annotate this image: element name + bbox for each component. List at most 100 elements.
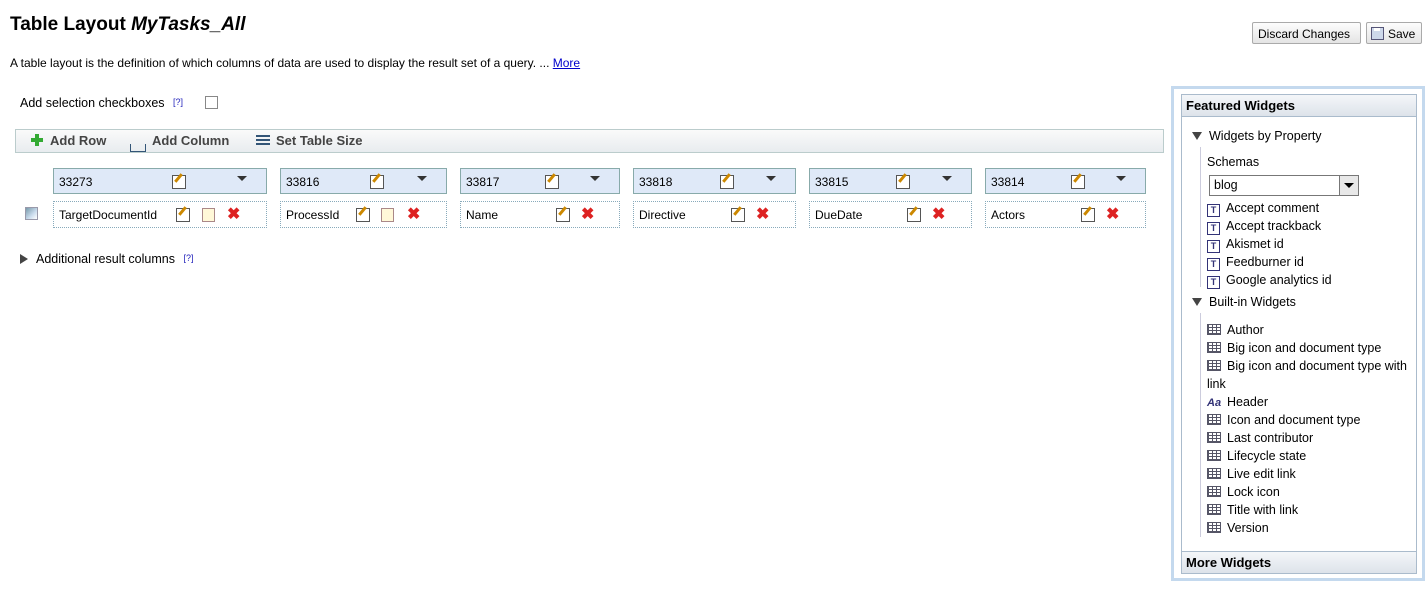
set-table-size-button[interactable]: Set Table Size [256,133,362,148]
widgets-by-property-toggle[interactable]: Widgets by Property [1192,129,1322,143]
configure-icon[interactable] [381,208,394,222]
built-in-widgets-toggle[interactable]: Built-in Widgets [1192,295,1296,309]
widget-label: Feedburner id [1226,255,1304,269]
additional-result-columns-toggle[interactable]: Additional result columns [?] [20,252,193,266]
layout-name: MyTasks_All [131,14,246,35]
table-icon [1207,360,1221,371]
column-cell: TargetDocumentId ✖ [53,201,267,228]
builtin-widget-item[interactable]: Live edit link [1207,465,1417,483]
builtin-widget-item[interactable]: Lock icon [1207,483,1417,501]
edit-icon[interactable] [896,175,910,189]
edit-icon[interactable] [172,175,186,189]
builtin-widget-item[interactable]: Lifecycle state [1207,447,1417,465]
collapse-arrow-icon [1192,298,1202,306]
edit-icon[interactable] [731,208,745,222]
save-button[interactable]: Save [1366,22,1422,44]
delete-icon[interactable]: ✖ [756,207,769,223]
column-field: Actors [991,208,1026,222]
text-field-icon: T [1207,240,1220,253]
column-cell: Name ✖ [460,201,620,228]
widget-label: Title with link [1227,503,1299,517]
selection-help-link[interactable]: [?] [173,97,183,107]
property-widget-item[interactable]: T Google analytics id [1207,271,1417,289]
add-column-label: Add Column [152,133,230,148]
widget-label: Big icon and document type [1227,341,1382,355]
edit-icon[interactable] [556,208,570,222]
column-field: DueDate [815,208,863,222]
property-widget-item[interactable]: T Akismet id [1207,235,1417,253]
chevron-down-icon[interactable] [590,176,600,181]
table-icon [1207,486,1221,497]
add-row-button[interactable]: Add Row [30,133,106,148]
widget-label: Accept comment [1226,201,1320,215]
built-in-widgets-label: Built-in Widgets [1209,295,1296,309]
edit-icon[interactable] [545,175,559,189]
chevron-down-icon[interactable] [766,176,776,181]
column-id: 33273 [59,175,93,189]
expand-arrow-icon [20,254,28,264]
chevron-down-icon[interactable] [417,176,427,181]
builtin-widget-item[interactable]: Title with link [1207,501,1417,519]
additional-help-link[interactable]: [?] [183,253,193,263]
more-widgets-header[interactable]: More Widgets [1182,551,1416,573]
column-header: 33818 [633,168,796,194]
delete-icon[interactable]: ✖ [932,207,945,223]
builtin-widget-item[interactable]: Author [1207,321,1417,339]
builtin-widget-item[interactable]: Icon and document type [1207,411,1417,429]
selection-checkbox[interactable] [205,96,218,109]
configure-icon[interactable] [202,208,215,222]
tree-line [1200,147,1201,287]
column-header: 33814 [985,168,1146,194]
column-cell: DueDate ✖ [809,201,972,228]
delete-icon[interactable]: ✖ [1106,207,1119,223]
schema-select-value: blog [1214,178,1238,192]
delete-icon[interactable]: ✖ [407,207,420,223]
add-column-icon [130,144,146,152]
edit-icon[interactable] [1071,175,1085,189]
add-row-label: Add Row [50,133,107,148]
column-header: 33273 [53,168,267,194]
panel-title: Featured Widgets [1182,95,1416,117]
builtin-widget-item[interactable]: Aa Header [1207,393,1417,412]
property-widget-item[interactable]: T Accept comment [1207,199,1417,217]
chevron-down-icon[interactable] [942,176,952,181]
text-field-icon: T [1207,204,1220,217]
builtin-widget-item[interactable]: Version [1207,519,1417,537]
column-field: Name [466,208,499,222]
floppy-disk-icon [1371,27,1384,40]
column-cell: Directive ✖ [633,201,796,228]
discard-changes-button[interactable]: Discard Changes [1252,22,1361,44]
set-table-size-label: Set Table Size [276,133,363,148]
delete-icon[interactable]: ✖ [581,207,594,223]
edit-icon[interactable] [370,175,384,189]
chevron-down-icon[interactable] [1116,176,1126,181]
schema-select[interactable]: blog [1209,175,1359,196]
column-field: Directive [639,208,686,222]
add-column-button[interactable]: Add Column [130,133,230,152]
property-widget-item[interactable]: T Accept trackback [1207,217,1417,235]
table-size-icon [256,133,270,147]
edit-icon[interactable] [1081,208,1095,222]
save-label: Save [1388,27,1416,41]
table-icon [1207,324,1221,335]
column-header: 33816 [280,168,447,194]
edit-icon[interactable] [356,208,370,222]
edit-icon[interactable] [907,208,921,222]
description-text: A table layout is the definition of whic… [10,56,550,70]
row-handle-icon[interactable] [25,207,38,220]
edit-icon[interactable] [720,175,734,189]
edit-icon[interactable] [176,208,190,222]
column-id: 33816 [286,175,320,189]
property-widget-item[interactable]: T Feedburner id [1207,253,1417,271]
widget-label: Lifecycle state [1227,449,1307,463]
widget-label: Icon and document type [1227,413,1361,427]
builtin-widget-item[interactable]: Last contributor [1207,429,1417,447]
more-link[interactable]: More [553,56,580,70]
chevron-down-icon[interactable] [237,176,247,181]
builtin-widget-item[interactable]: Big icon and document type with link [1207,357,1417,393]
widget-label: Lock icon [1227,485,1280,499]
builtin-widget-item[interactable]: Big icon and document type [1207,339,1417,357]
delete-icon[interactable]: ✖ [227,207,240,223]
table-icon [1207,450,1221,461]
column-id: 33817 [466,175,500,189]
